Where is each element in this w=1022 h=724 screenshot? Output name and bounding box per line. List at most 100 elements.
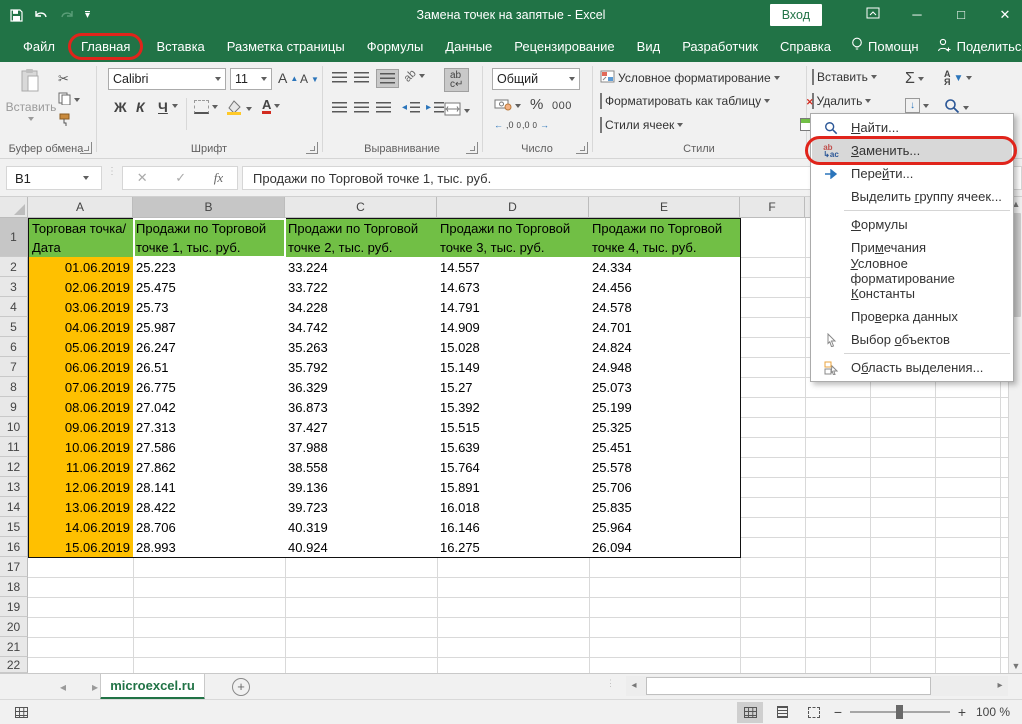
close-button[interactable]: ✕ xyxy=(988,0,1022,30)
grid-cell[interactable]: 24.456 xyxy=(589,277,741,298)
grid-cell[interactable]: 16.275 xyxy=(437,537,590,558)
align-left-button[interactable] xyxy=(332,102,347,113)
macro-record-icon[interactable] xyxy=(8,702,34,723)
accounting-format-button[interactable] xyxy=(494,98,521,114)
grid-cell[interactable]: 25.325 xyxy=(589,417,741,438)
grid-cell[interactable]: 15.06.2019 xyxy=(28,537,134,558)
grid-cell[interactable]: 15.149 xyxy=(437,357,590,378)
menu-item-3[interactable]: Перейти... xyxy=(812,162,1012,185)
row-header-21[interactable]: 21 xyxy=(0,637,28,657)
comma-style-button[interactable]: 000 xyxy=(552,100,572,112)
grid-cell[interactable]: 28.141 xyxy=(133,477,286,498)
row-header-7[interactable]: 7 xyxy=(0,357,28,377)
menu-item-1[interactable]: Найти... xyxy=(812,116,1012,139)
grid-cell[interactable]: 08.06.2019 xyxy=(28,397,134,418)
grid-cell[interactable]: 26.51 xyxy=(133,357,286,378)
grid-cell[interactable]: 34.742 xyxy=(285,317,438,338)
alignment-dialog-launcher-icon[interactable] xyxy=(466,142,478,154)
menu-item-7[interactable]: Условное форматирование xyxy=(812,259,1012,282)
scroll-down-icon[interactable]: ▼ xyxy=(1009,659,1022,673)
cancel-icon[interactable]: ✕ xyxy=(137,170,148,186)
row-header-11[interactable]: 11 xyxy=(0,437,28,457)
menu-item-2[interactable]: ab↳acЗаменить... xyxy=(812,139,1012,162)
row-header-12[interactable]: 12 xyxy=(0,457,28,477)
align-middle-button[interactable] xyxy=(354,72,369,83)
clipboard-dialog-launcher-icon[interactable] xyxy=(80,142,92,154)
sheet-prev-icon[interactable]: ◂ xyxy=(60,674,66,700)
row-header-2[interactable]: 2 xyxy=(0,257,28,277)
zoom-in-button[interactable]: + xyxy=(954,704,970,720)
grid-cell[interactable]: 35.792 xyxy=(285,357,438,378)
grid-cell[interactable]: 37.427 xyxy=(285,417,438,438)
grid-cell[interactable]: 06.06.2019 xyxy=(28,357,134,378)
menu-item-5[interactable]: Формулы xyxy=(812,213,1012,236)
table-header-cell[interactable]: Торговая точка/Дата xyxy=(28,218,134,258)
tab-developer[interactable]: Разработчик xyxy=(671,34,769,59)
grid-cell[interactable]: 39.723 xyxy=(285,497,438,518)
grid-cell[interactable]: 25.73 xyxy=(133,297,286,318)
grid-cell[interactable]: 27.313 xyxy=(133,417,286,438)
tab-home[interactable]: Главная xyxy=(68,33,143,60)
grid-cell[interactable]: 14.673 xyxy=(437,277,590,298)
grid-cell[interactable]: 15.392 xyxy=(437,397,590,418)
insert-cells-button[interactable]: Вставить xyxy=(812,70,877,84)
grid-cell[interactable]: 25.073 xyxy=(589,377,741,398)
underline-button[interactable]: Ч xyxy=(154,98,172,116)
grid-cell[interactable]: 35.263 xyxy=(285,337,438,358)
grid-cell[interactable]: 25.199 xyxy=(589,397,741,418)
align-bottom-button[interactable] xyxy=(376,69,399,88)
grid-cell[interactable]: 14.909 xyxy=(437,317,590,338)
percent-button[interactable]: % xyxy=(530,96,543,113)
increase-indent-button[interactable]: ▸ xyxy=(426,102,444,113)
add-sheet-button[interactable]: + xyxy=(232,678,250,696)
grid-cell[interactable]: 26.775 xyxy=(133,377,286,398)
row-header-18[interactable]: 18 xyxy=(0,577,28,597)
grid-cell[interactable]: 25.475 xyxy=(133,277,286,298)
sheet-next-icon[interactable]: ▸ xyxy=(92,674,98,700)
grid-cell[interactable]: 04.06.2019 xyxy=(28,317,134,338)
grid-cell[interactable]: 13.06.2019 xyxy=(28,497,134,518)
table-header-cell[interactable]: Продажи по Торговой точке 3, тыс. руб. xyxy=(437,218,590,258)
tab-data[interactable]: Данные xyxy=(434,34,503,59)
tab-review[interactable]: Рецензирование xyxy=(503,34,625,59)
grid-cell[interactable]: 28.422 xyxy=(133,497,286,518)
share-button[interactable]: Поделиться xyxy=(928,33,1022,60)
increase-decimal-button[interactable]: ←,00 xyxy=(494,120,521,130)
row-header-17[interactable]: 17 xyxy=(0,557,28,577)
grid-cell[interactable]: 15.028 xyxy=(437,337,590,358)
grid-cell[interactable]: 40.924 xyxy=(285,537,438,558)
grid-cell[interactable]: 03.06.2019 xyxy=(28,297,134,318)
name-box[interactable]: B1 xyxy=(6,166,102,190)
grid-cell[interactable]: 09.06.2019 xyxy=(28,417,134,438)
menu-item-10[interactable]: Выбор объектов xyxy=(812,328,1012,351)
signin-button[interactable]: Вход xyxy=(770,4,822,26)
grid-cell[interactable]: 12.06.2019 xyxy=(28,477,134,498)
align-top-button[interactable] xyxy=(332,72,347,83)
grid-cell[interactable]: 15.639 xyxy=(437,437,590,458)
column-header-d[interactable]: D xyxy=(437,197,589,218)
grid-cell[interactable]: 25.223 xyxy=(133,257,286,278)
view-page-break-button[interactable] xyxy=(801,702,827,723)
column-header-b[interactable]: B xyxy=(133,197,285,218)
row-header-6[interactable]: 6 xyxy=(0,337,28,357)
underline-dropdown[interactable] xyxy=(172,104,178,108)
delete-cells-button[interactable]: ✕Удалить xyxy=(812,94,871,108)
font-name-select[interactable]: Calibri xyxy=(108,68,226,90)
table-header-cell[interactable]: Продажи по Торговой точке 4, тыс. руб. xyxy=(589,218,741,258)
grid-cell[interactable]: 15.515 xyxy=(437,417,590,438)
fill-color-button[interactable] xyxy=(226,100,252,118)
grid-cell[interactable]: 16.018 xyxy=(437,497,590,518)
grid-cell[interactable]: 24.948 xyxy=(589,357,741,378)
maximize-button[interactable]: □ xyxy=(944,0,978,30)
grid-cell[interactable]: 39.136 xyxy=(285,477,438,498)
grid-cell[interactable]: 15.27 xyxy=(437,377,590,398)
grid-cell[interactable]: 26.247 xyxy=(133,337,286,358)
fx-icon[interactable]: fx xyxy=(214,170,223,186)
row-header-3[interactable]: 3 xyxy=(0,277,28,297)
row-header-5[interactable]: 5 xyxy=(0,317,28,337)
view-page-layout-button[interactable] xyxy=(769,702,795,723)
wrap-text-button[interactable]: abc↵ xyxy=(444,68,469,92)
row-header-8[interactable]: 8 xyxy=(0,377,28,397)
row-header-9[interactable]: 9 xyxy=(0,397,28,417)
grid-cell[interactable]: 25.451 xyxy=(589,437,741,458)
